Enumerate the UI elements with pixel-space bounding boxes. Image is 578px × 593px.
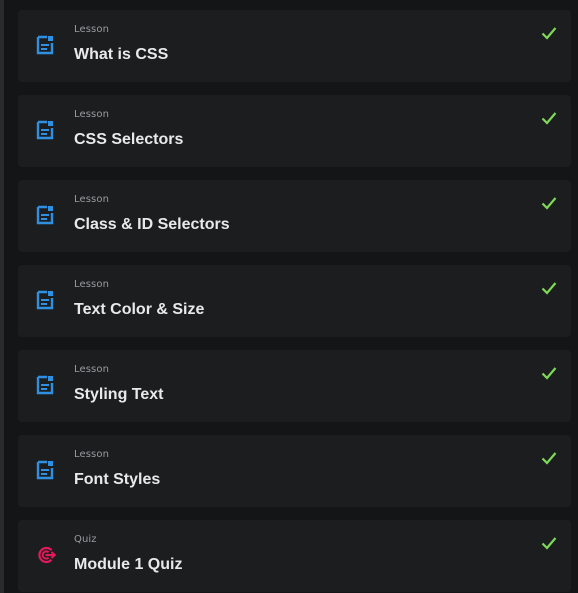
- list-item[interactable]: Lesson Font Styles: [18, 435, 571, 507]
- item-type-label: Quiz: [74, 534, 97, 545]
- checkmark-icon: [541, 281, 557, 295]
- list-item[interactable]: Lesson CSS Selectors: [18, 95, 571, 167]
- list-item[interactable]: Lesson What is CSS: [18, 10, 571, 82]
- document-icon: [36, 204, 56, 226]
- list-item[interactable]: Quiz Module 1 Quiz: [18, 520, 571, 592]
- checkmark-icon: [541, 111, 557, 125]
- checkmark-icon: [541, 196, 557, 210]
- item-title: Text Color & Size: [74, 301, 205, 318]
- item-type-label: Lesson: [74, 279, 110, 290]
- left-rail: [0, 0, 4, 593]
- document-icon: [36, 119, 56, 141]
- list-item[interactable]: Lesson Styling Text: [18, 350, 571, 422]
- item-title: Styling Text: [74, 386, 164, 403]
- checkmark-icon: [541, 26, 557, 40]
- list-item[interactable]: Lesson Text Color & Size: [18, 265, 571, 337]
- document-icon: [36, 459, 56, 481]
- document-icon: [36, 289, 56, 311]
- checkmark-icon: [541, 451, 557, 465]
- item-title: CSS Selectors: [74, 131, 184, 148]
- checkmark-icon: [541, 366, 557, 380]
- item-type-label: Lesson: [74, 449, 110, 460]
- document-icon: [36, 374, 56, 396]
- item-type-label: Lesson: [74, 194, 110, 205]
- item-title: What is CSS: [74, 46, 169, 63]
- item-type-label: Lesson: [74, 109, 110, 120]
- item-title: Class & ID Selectors: [74, 216, 230, 233]
- list-item[interactable]: Lesson Class & ID Selectors: [18, 180, 571, 252]
- target-icon: [36, 544, 56, 566]
- item-type-label: Lesson: [74, 24, 110, 35]
- item-title: Font Styles: [74, 471, 161, 488]
- checkmark-icon: [541, 536, 557, 550]
- course-module-page: Lesson What is CSS Lesson CSS Selectors: [0, 0, 578, 593]
- lesson-list: Lesson What is CSS Lesson CSS Selectors: [18, 10, 571, 593]
- document-icon: [36, 34, 56, 56]
- item-type-label: Lesson: [74, 364, 110, 375]
- item-title: Module 1 Quiz: [74, 556, 183, 573]
